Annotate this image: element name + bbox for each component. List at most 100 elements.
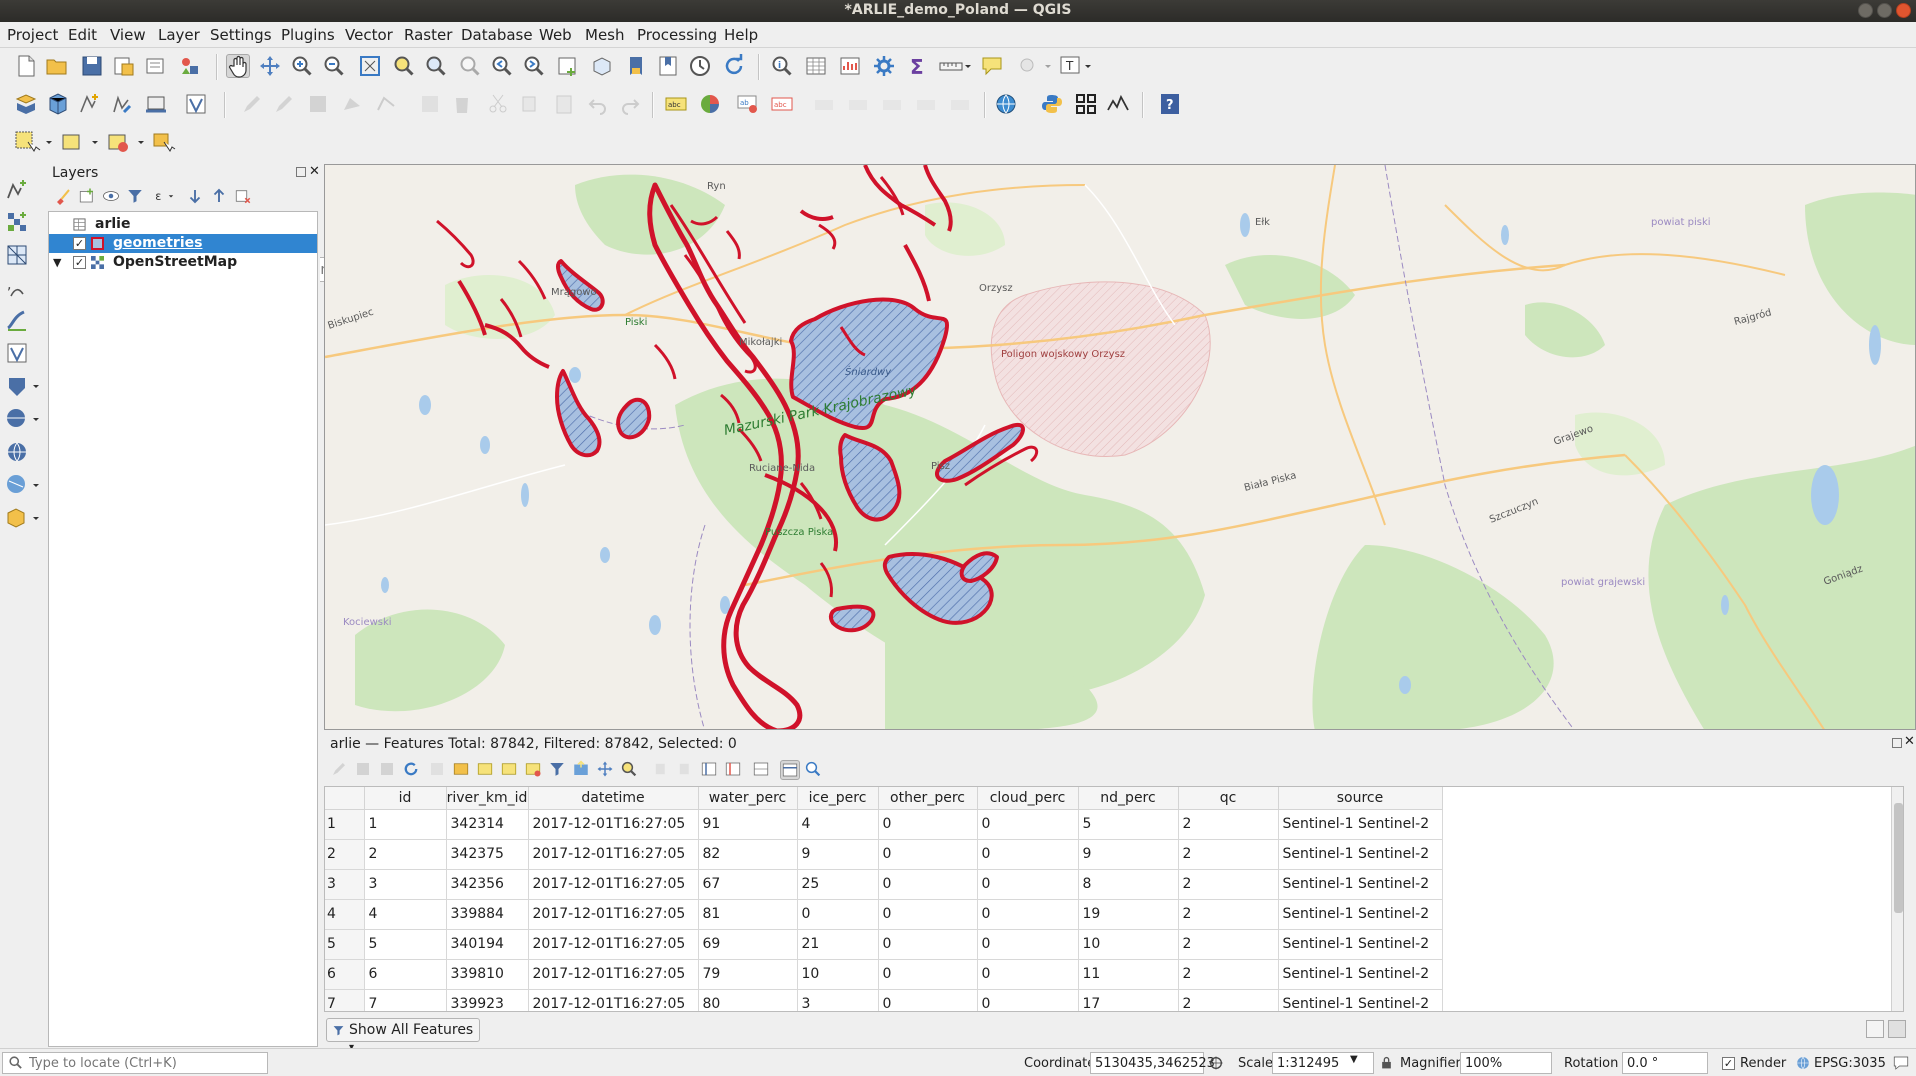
table-cell[interactable]: 4 <box>797 809 879 840</box>
add-virtual-layer-icon[interactable] <box>5 341 29 365</box>
table-cell[interactable]: Sentinel-1 Sentinel-2 <box>1278 959 1443 990</box>
text-annotation-icon[interactable]: T <box>1058 54 1094 78</box>
menu-web[interactable]: Web <box>539 26 572 44</box>
new-field-icon[interactable] <box>700 760 718 778</box>
map-tips-icon[interactable] <box>980 54 1004 78</box>
table-cell[interactable]: 67 <box>698 869 798 900</box>
open-project-icon[interactable] <box>45 54 69 78</box>
table-cell[interactable]: 21 <box>797 929 879 960</box>
row-number[interactable]: 7 <box>325 989 365 1011</box>
table-cell[interactable]: 80 <box>698 989 798 1011</box>
layout-manager-icon[interactable] <box>144 54 168 78</box>
decorations-icon[interactable] <box>1016 54 1052 78</box>
filter-by-expression-icon[interactable]: ε <box>150 187 180 205</box>
modify-attributes-icon[interactable] <box>418 92 442 116</box>
add-delimited-text-layer-icon[interactable]: , <box>5 276 29 300</box>
table-cell[interactable]: 0 <box>797 899 879 930</box>
table-cell[interactable]: 340194 <box>446 929 529 960</box>
statistical-summary-icon[interactable] <box>838 54 862 78</box>
table-cell[interactable]: 19 <box>1078 899 1179 930</box>
field-calculator-icon[interactable]: Σ <box>906 54 930 78</box>
table-cell[interactable]: Sentinel-1 Sentinel-2 <box>1278 839 1443 870</box>
new-print-layout-icon[interactable] <box>112 54 136 78</box>
table-cell[interactable]: Sentinel-1 Sentinel-2 <box>1278 899 1443 930</box>
row-number[interactable]: 4 <box>325 899 365 930</box>
show-hide-labels-icon[interactable] <box>812 92 836 116</box>
delete-selected-icon[interactable] <box>452 760 470 778</box>
table-cell[interactable]: 8 <box>1078 869 1179 900</box>
expand-all-icon[interactable] <box>186 187 204 205</box>
row-number[interactable]: 2 <box>325 839 365 870</box>
new-3d-map-view-icon[interactable] <box>590 54 614 78</box>
layer-labeling-icon[interactable]: abc <box>664 92 688 116</box>
zoom-next-icon[interactable] <box>522 54 546 78</box>
minimize-button[interactable] <box>1858 3 1873 18</box>
table-cell[interactable]: Sentinel-1 Sentinel-2 <box>1278 989 1443 1011</box>
lock-scale-icon[interactable] <box>1380 1056 1393 1074</box>
new-bookmark-icon[interactable] <box>624 54 648 78</box>
collapse-arrow-icon[interactable]: ▼ <box>53 253 61 272</box>
column-header[interactable]: other_perc <box>878 787 978 810</box>
magnifier-spinbox[interactable]: 100% <box>1460 1052 1552 1074</box>
table-row[interactable]: 3 3 342356 2017-12-01T16:27:05 67 25 0 0 8 2 Senti… <box>325 869 1443 900</box>
table-cell[interactable]: 339884 <box>446 899 529 930</box>
table-cell[interactable]: 9 <box>1078 839 1179 870</box>
zoom-to-layer-icon[interactable] <box>424 54 448 78</box>
table-cell[interactable]: 2 <box>1178 959 1279 990</box>
table-cell[interactable]: 0 <box>977 869 1079 900</box>
new-project-icon[interactable] <box>14 54 38 78</box>
messages-icon[interactable] <box>1892 1054 1910 1076</box>
zoom-in-icon[interactable] <box>290 54 314 78</box>
new-temporary-layer-icon[interactable] <box>110 92 134 116</box>
menu-settings[interactable]: Settings <box>210 26 272 44</box>
show-bookmarks-icon[interactable] <box>656 54 680 78</box>
table-cell[interactable]: Sentinel-1 Sentinel-2 <box>1278 929 1443 960</box>
table-cell[interactable]: 2017-12-01T16:27:05 <box>528 869 699 900</box>
table-cell[interactable]: 0 <box>977 959 1079 990</box>
attribute-table-grid[interactable]: id river_km_id datetime water_perc ice_p… <box>324 786 1904 1012</box>
table-cell[interactable]: 9 <box>797 839 879 870</box>
column-header[interactable]: water_perc <box>698 787 798 810</box>
table-cell[interactable]: 3 <box>364 869 447 900</box>
collapse-all-icon[interactable] <box>210 187 228 205</box>
globe-plugin-icon[interactable] <box>994 92 1018 116</box>
map-canvas[interactable]: Poligon wojskowy Orzysz Ryn Mrągowo Bisk… <box>324 164 1916 730</box>
table-cell[interactable]: 0 <box>977 989 1079 1011</box>
save-edits-icon[interactable] <box>378 760 396 778</box>
table-cell[interactable]: 0 <box>977 899 1079 930</box>
table-cell[interactable]: 17 <box>1078 989 1179 1011</box>
select-by-location-icon[interactable] <box>152 130 176 154</box>
add-arcgis-layer-icon[interactable] <box>5 473 39 497</box>
add-spatialite-layer-icon[interactable] <box>5 308 29 332</box>
select-by-expression-icon[interactable] <box>476 760 494 778</box>
pan-to-selection-icon[interactable] <box>596 760 614 778</box>
table-row[interactable]: 4 4 339884 2017-12-01T16:27:05 81 0 0 0 19 2 Senti… <box>325 899 1443 930</box>
render-checkbox[interactable]: ✓ <box>1722 1057 1735 1070</box>
table-cell[interactable]: 2 <box>1178 869 1279 900</box>
paste-rows-icon[interactable] <box>676 760 694 778</box>
change-label-icon[interactable] <box>914 92 938 116</box>
menu-mesh[interactable]: Mesh <box>585 26 625 44</box>
table-cell[interactable]: 0 <box>878 839 978 870</box>
add-wms-layer-icon[interactable] <box>5 374 39 398</box>
table-cell[interactable]: 2017-12-01T16:27:05 <box>528 839 699 870</box>
column-header[interactable]: ice_perc <box>797 787 879 810</box>
table-cell[interactable]: Sentinel-1 Sentinel-2 <box>1278 869 1443 900</box>
table-cell[interactable]: 2 <box>1178 989 1279 1011</box>
table-cell[interactable]: 11 <box>1078 959 1179 990</box>
table-cell[interactable]: 10 <box>797 959 879 990</box>
close-button[interactable] <box>1896 3 1911 18</box>
table-cell[interactable]: 2 <box>1178 839 1279 870</box>
table-cell[interactable]: Sentinel-1 Sentinel-2 <box>1278 809 1443 840</box>
menu-view[interactable]: View <box>110 26 146 44</box>
row-number[interactable]: 1 <box>325 809 365 840</box>
temporal-controller-icon[interactable] <box>688 54 712 78</box>
add-wcs-layer-icon[interactable] <box>5 407 39 431</box>
table-cell[interactable]: 79 <box>698 959 798 990</box>
qfieldsync-icon[interactable] <box>1074 92 1098 116</box>
remove-layer-icon[interactable] <box>234 187 252 205</box>
menu-vector[interactable]: Vector <box>345 26 393 44</box>
table-cell[interactable]: 2 <box>1178 899 1279 930</box>
table-row[interactable]: 7 7 339923 2017-12-01T16:27:05 80 3 0 0 17 2 Senti… <box>325 989 1443 1011</box>
refresh-icon[interactable] <box>722 54 746 78</box>
